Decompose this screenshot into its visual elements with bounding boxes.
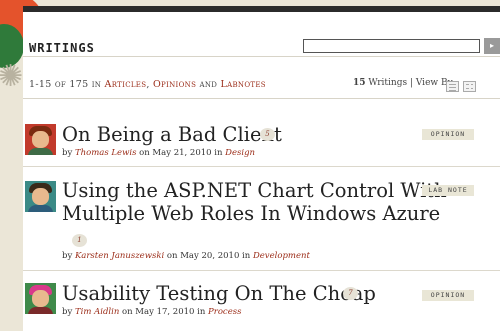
writings-count: 15 <box>353 78 366 88</box>
filter-link-articles[interactable]: Articles <box>105 79 147 90</box>
author-avatar[interactable] <box>25 181 56 212</box>
results-range: 1-15 of 175 in Articles, Opinions and La… <box>29 79 266 90</box>
category-link[interactable]: Design <box>225 148 255 158</box>
post-title[interactable]: Using the ASP.NET Chart Control With Mul… <box>62 179 447 225</box>
writings-panel: WRITINGS ▸ 1-15 of 175 in Articles, Opin… <box>23 6 500 331</box>
post-title[interactable]: On Being a Bad Client <box>62 123 282 146</box>
post-byline: by Karsten Januszewski on May 20, 2010 i… <box>62 251 310 261</box>
divider <box>23 270 500 271</box>
filter-link-labnotes[interactable]: Labnotes <box>221 79 266 90</box>
author-avatar[interactable] <box>25 283 56 314</box>
list-view-icon[interactable] <box>446 81 459 92</box>
arrow-right-icon: ▸ <box>489 41 494 50</box>
author-link[interactable]: Tim Aidlin <box>75 307 119 317</box>
search-input[interactable] <box>303 39 480 53</box>
category-link[interactable]: Development <box>253 251 310 261</box>
section-title: WRITINGS <box>29 41 95 55</box>
comment-count-badge[interactable]: 5 <box>260 128 275 141</box>
search-button[interactable]: ▸ <box>484 38 500 54</box>
author-link[interactable]: Thomas Lewis <box>75 148 136 158</box>
results-summary: 1-15 of 175 in Articles, Opinions and La… <box>23 57 500 99</box>
filter-link-opinions[interactable]: Opinions <box>153 79 196 90</box>
author-link[interactable]: Karsten Januszewski <box>75 251 164 261</box>
divider <box>23 166 500 167</box>
post-byline: by Tim Aidlin on May 17, 2010 in Process <box>62 307 242 317</box>
grid-view-icon[interactable] <box>463 81 476 92</box>
category-link[interactable]: Process <box>208 307 241 317</box>
panel-header: WRITINGS ▸ <box>23 12 500 57</box>
decorative-star-icon: ✺ <box>0 59 24 94</box>
post-type-tag[interactable]: LAB NOTE <box>422 185 474 196</box>
post-title[interactable]: Usability Testing On The Cheap <box>62 282 376 305</box>
post-byline: by Thomas Lewis on May 21, 2010 in Desig… <box>62 148 255 158</box>
comment-count-badge[interactable]: 1 <box>72 234 87 247</box>
post-type-tag[interactable]: OPINION <box>422 129 474 140</box>
author-avatar[interactable] <box>25 124 56 155</box>
post-type-tag[interactable]: OPINION <box>422 290 474 301</box>
view-by-label: 15 Writings | View By <box>353 78 453 88</box>
comment-count-badge[interactable]: 7 <box>343 287 358 300</box>
